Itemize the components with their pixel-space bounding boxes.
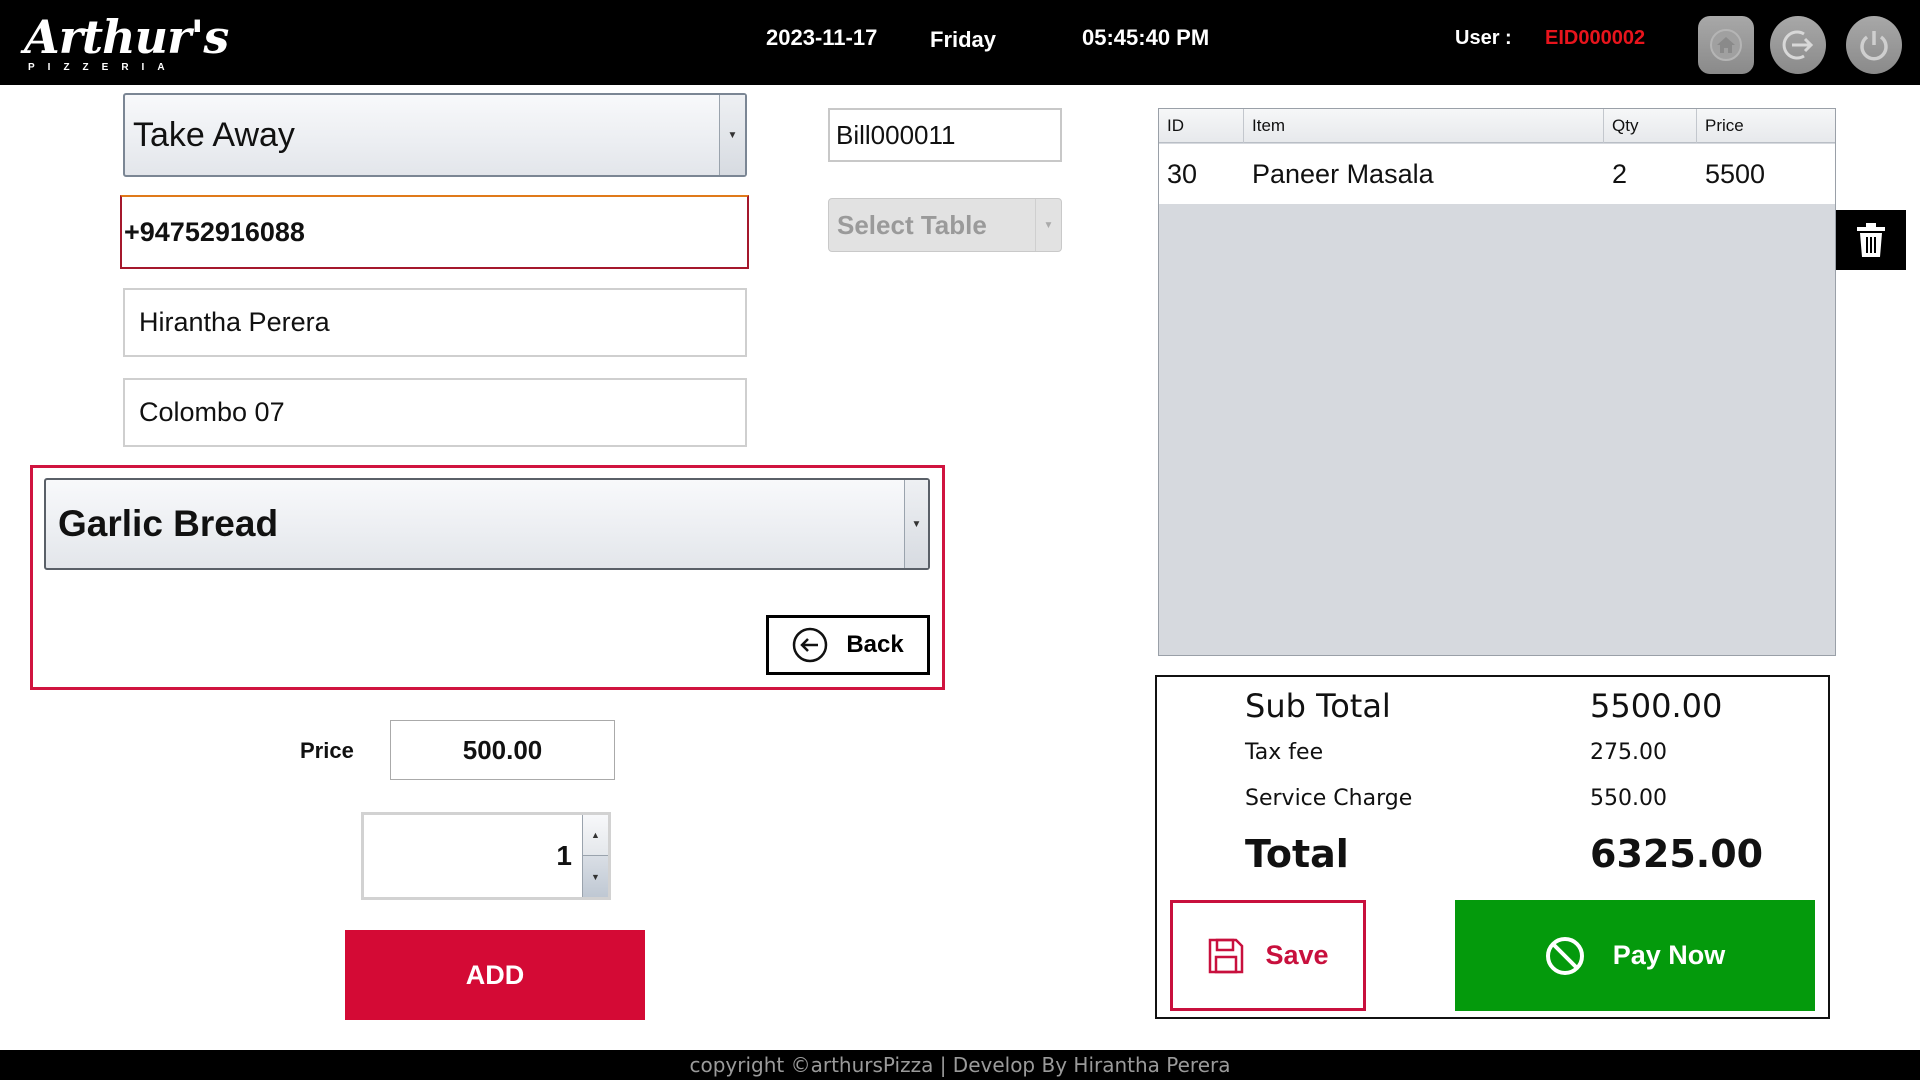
total-label: Total — [1245, 832, 1349, 876]
phone-field[interactable]: +94752916088 — [120, 195, 749, 269]
cell-item: Paneer Masala — [1252, 158, 1434, 189]
back-button-label: Back — [846, 631, 904, 658]
back-arrow-icon — [793, 627, 828, 663]
logo: Arthur's PIZZERIA — [24, 12, 229, 76]
footer: copyright ©arthursPizza | Develop By Hir… — [0, 1050, 1920, 1080]
quantity-stepper[interactable]: 1 ▲ ▼ — [361, 812, 611, 900]
quantity-value[interactable]: 1 — [364, 815, 586, 897]
subtotal-label: Sub Total — [1245, 687, 1391, 725]
customer-name-field[interactable]: Hirantha Perera — [123, 288, 747, 357]
cell-price: 5500 — [1705, 158, 1766, 189]
header-date: 2023-11-17 — [766, 25, 878, 50]
delete-item-button[interactable] — [1836, 210, 1906, 270]
pay-now-label: Pay Now — [1612, 940, 1726, 970]
save-button-label: Save — [1265, 940, 1329, 970]
chevron-down-icon[interactable]: ▼ — [1035, 199, 1061, 251]
cell-id: 30 — [1167, 158, 1198, 189]
column-header-item[interactable]: Item — [1244, 109, 1604, 143]
service-charge-value: 550.00 — [1590, 786, 1667, 811]
chevron-down-icon[interactable]: ▼ — [719, 95, 745, 175]
cell-qty: 2 — [1612, 158, 1628, 189]
user-label: User : — [1455, 27, 1512, 49]
logout-button[interactable] — [1770, 16, 1826, 74]
bill-number-field[interactable]: Bill000011 — [828, 108, 1062, 162]
save-button[interactable]: Save — [1170, 900, 1366, 1011]
header-day: Friday — [930, 27, 997, 52]
user-id: EID000002 — [1545, 27, 1646, 49]
logo-wordmark: Arthur's — [24, 10, 229, 64]
logout-icon — [1782, 30, 1814, 60]
column-header-id[interactable]: ID — [1159, 109, 1244, 143]
order-grid[interactable]: ID Item Qty Price 30 Paneer Masala 2 550… — [1158, 108, 1836, 656]
power-button[interactable] — [1846, 16, 1902, 74]
trash-icon — [1857, 223, 1885, 257]
table-select-value: Select Table — [837, 209, 987, 240]
grid-header: ID Item Qty Price — [1159, 109, 1835, 143]
order-type-select[interactable]: Take Away ▼ — [123, 93, 747, 177]
service-charge-label: Service Charge — [1245, 786, 1413, 811]
home-icon — [1710, 29, 1742, 61]
total-value: 6325.00 — [1590, 832, 1764, 876]
column-header-qty[interactable]: Qty — [1604, 109, 1697, 143]
table-row[interactable]: 30 Paneer Masala 2 5500 — [1159, 144, 1835, 204]
increment-icon[interactable]: ▲ — [583, 815, 608, 856]
power-icon — [1860, 31, 1888, 61]
item-select[interactable]: Garlic Bread ▼ — [44, 478, 930, 570]
item-select-value: Garlic Bread — [58, 503, 279, 544]
chevron-down-icon[interactable]: ▼ — [904, 480, 928, 568]
address-field[interactable]: Colombo 07 — [123, 378, 747, 447]
pay-now-button[interactable]: Pay Now — [1455, 900, 1815, 1011]
pos-app: Arthur's PIZZERIA 2023-11-17 Friday 05:4… — [0, 0, 1920, 1080]
save-icon — [1209, 938, 1244, 973]
decrement-icon[interactable]: ▼ — [583, 856, 608, 897]
price-field[interactable]: 500.00 — [390, 720, 615, 780]
back-button[interactable]: Back — [766, 615, 930, 675]
add-item-button[interactable]: ADD — [345, 930, 645, 1020]
subtotal-value: 5500.00 — [1590, 687, 1723, 725]
home-button[interactable] — [1698, 16, 1754, 74]
quantity-spinner[interactable]: ▲ ▼ — [582, 815, 608, 897]
tax-label: Tax fee — [1245, 740, 1324, 765]
table-select[interactable]: Select Table ▼ — [828, 198, 1062, 252]
header-bar: Arthur's PIZZERIA 2023-11-17 Friday 05:4… — [0, 0, 1920, 85]
block-icon — [1545, 936, 1584, 975]
header-time: 05:45:40 PM — [1082, 25, 1210, 50]
price-label: Price — [300, 738, 354, 763]
logo-subtitle: PIZZERIA — [28, 62, 178, 73]
column-header-price[interactable]: Price — [1697, 109, 1835, 143]
order-type-value: Take Away — [133, 115, 295, 154]
tax-value: 275.00 — [1590, 740, 1667, 765]
